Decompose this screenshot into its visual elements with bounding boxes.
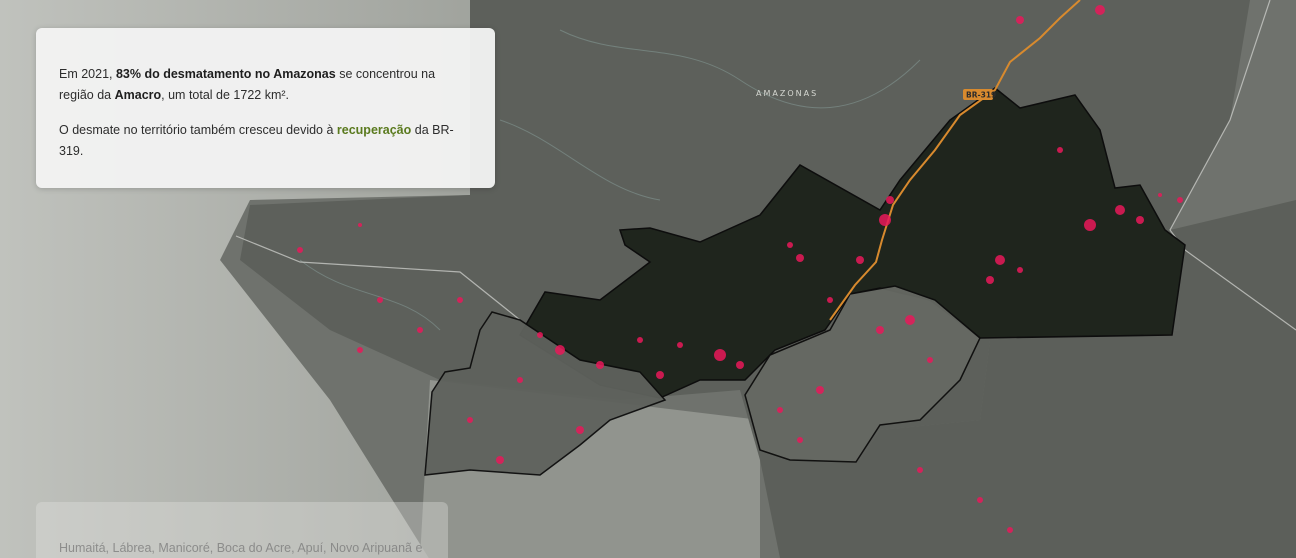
- map-story-view: AMAZONAS BR-319 Em 2021, 83% do desmatam…: [0, 0, 1296, 558]
- story-card-next: Humaitá, Lábrea, Manicoré, Boca do Acre,…: [36, 502, 448, 558]
- next-card-text: Humaitá, Lábrea, Manicoré, Boca do Acre,…: [59, 541, 423, 555]
- story-highlight: Amacro: [114, 88, 162, 102]
- story-highlight: 83% do desmatamento no Amazonas: [115, 67, 336, 81]
- story-text: O desmate no território também cresceu d…: [59, 123, 337, 137]
- story-card: Em 2021, 83% do desmatamento no Amazonas…: [36, 28, 495, 188]
- story-paragraph-2: O desmate no território também cresceu d…: [59, 120, 471, 162]
- story-text: Em 2021,: [59, 67, 116, 81]
- story-accent-term: recuperação: [336, 123, 412, 137]
- state-label-amazonas: AMAZONAS: [756, 89, 818, 98]
- story-text: , um total de 1722 km².: [161, 88, 289, 102]
- story-paragraph-1: Em 2021, 83% do desmatamento no Amazonas…: [59, 64, 471, 106]
- svg-text:BR-319: BR-319: [966, 91, 996, 100]
- road-label-br319: BR-319: [963, 89, 996, 100]
